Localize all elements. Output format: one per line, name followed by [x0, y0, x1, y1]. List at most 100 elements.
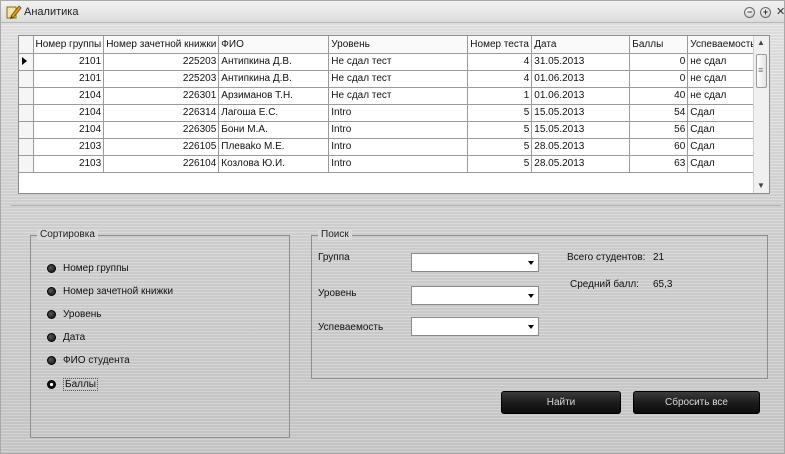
row-selector[interactable] [19, 104, 34, 122]
table-row[interactable]: 2103 226104 Козлова Ю.И. Intro 5 28.05.2013 63… [19, 155, 760, 173]
table-cell[interactable]: 01.06.2013 [531, 70, 631, 88]
table-cell[interactable]: 226305 [103, 121, 220, 139]
table-row[interactable]: 2104 226301 Арзиманов Т.Н. Не сдал тест 1 01.… [19, 87, 760, 105]
table-cell[interactable]: 15.05.2013 [531, 104, 631, 122]
sort-radio-date[interactable]: Дата [47, 332, 85, 343]
table-cell[interactable]: 2104 [33, 121, 105, 139]
table-cell[interactable]: 2103 [33, 138, 105, 156]
table-cell[interactable]: 4 [467, 53, 533, 71]
table-cell[interactable]: 15.05.2013 [531, 121, 631, 139]
row-selector[interactable] [19, 87, 34, 105]
table-cell[interactable]: 2104 [33, 104, 105, 122]
sort-radio-student-name[interactable]: ФИО студента [47, 355, 130, 366]
find-button[interactable]: Найти [501, 391, 621, 414]
row-selector[interactable] [19, 70, 34, 88]
table-cell[interactable]: 60 [629, 138, 689, 156]
table-cell[interactable]: Козлова Ю.И. [218, 155, 330, 173]
column-header[interactable]: Баллы [629, 36, 689, 54]
table-cell[interactable]: Антипкина Д.В. [218, 70, 330, 88]
table-cell[interactable]: Не сдал тест [328, 87, 469, 105]
table-cell[interactable]: 4 [467, 70, 533, 88]
chevron-down-icon[interactable] [528, 325, 534, 329]
table-cell[interactable]: 5 [467, 104, 533, 122]
row-selector[interactable] [19, 155, 34, 173]
grid-vertical-scrollbar[interactable]: ▲ ▼ [753, 36, 769, 193]
table-cell[interactable]: Intro [328, 121, 469, 139]
table-cell[interactable]: 40 [629, 87, 689, 105]
column-header[interactable]: Номер зачетной книжки [103, 36, 220, 54]
table-cell[interactable]: Intro [328, 138, 469, 156]
sort-radio-group-number[interactable]: Номер группы [47, 263, 129, 274]
table-cell[interactable]: 5 [467, 121, 533, 139]
table-cell[interactable]: 2101 [33, 53, 105, 71]
table-cell[interactable]: 1 [467, 87, 533, 105]
scroll-down-icon[interactable]: ▼ [757, 181, 765, 190]
row-selector[interactable] [19, 53, 34, 71]
progress-combobox[interactable] [411, 317, 539, 336]
table-cell[interactable]: не сдал [687, 53, 760, 71]
table-row[interactable]: 2103 226105 Плеваko М.Е. Intro 5 28.05.2013 60… [19, 138, 760, 156]
table-cell[interactable]: Intro [328, 155, 469, 173]
table-cell[interactable]: Сдал [687, 104, 760, 122]
table-cell[interactable]: 5 [467, 138, 533, 156]
table-cell[interactable]: 01.06.2013 [531, 87, 631, 105]
column-header[interactable]: Успеваемость [687, 36, 760, 54]
scroll-up-icon[interactable]: ▲ [757, 38, 765, 47]
table-cell[interactable]: не сдал [687, 87, 760, 105]
table-cell[interactable]: Intro [328, 104, 469, 122]
table-row[interactable]: 2101 225203 Антипкина Д.В. Не сдал тест 4 01.… [19, 70, 760, 88]
sort-radio-record-book[interactable]: Номер зачетной книжки [47, 286, 173, 297]
table-cell[interactable]: 56 [629, 121, 689, 139]
group-combobox[interactable] [411, 253, 539, 272]
table-cell[interactable]: 54 [629, 104, 689, 122]
table-cell[interactable]: Арзиманов Т.Н. [218, 87, 330, 105]
table-cell[interactable]: Бони М.А. [218, 121, 330, 139]
chevron-down-icon[interactable] [528, 261, 534, 265]
table-cell[interactable]: 28.05.2013 [531, 155, 631, 173]
table-row[interactable]: 2104 226305 Бони М.А. Intro 5 15.05.2013 56 Сда… [19, 121, 760, 139]
table-cell[interactable]: 5 [467, 155, 533, 173]
table-cell[interactable]: Сдал [687, 138, 760, 156]
close-button[interactable]: ✕ [776, 7, 785, 18]
level-combobox[interactable] [411, 286, 539, 305]
table-cell[interactable]: 2101 [33, 70, 105, 88]
table-cell[interactable]: 28.05.2013 [531, 138, 631, 156]
sort-radio-score[interactable]: Баллы [47, 378, 98, 391]
maximize-button[interactable]: + [760, 7, 771, 18]
table-cell[interactable]: 0 [629, 70, 689, 88]
table-row[interactable]: 2101 225203 Антипкина Д.В. Не сдал тест 4 31.… [19, 53, 760, 71]
column-header[interactable]: Уровень [328, 36, 469, 54]
results-grid[interactable]: Номер группы Номер зачетной книжки ФИО У… [18, 35, 770, 194]
minimize-button[interactable]: − [744, 7, 755, 18]
table-cell[interactable]: 226104 [103, 155, 220, 173]
table-row[interactable]: 2104 226314 Лагоша Е.С. Intro 5 15.05.2013 54 С… [19, 104, 760, 122]
table-cell[interactable]: Не сдал тест [328, 70, 469, 88]
chevron-down-icon[interactable] [528, 294, 534, 298]
reset-all-button[interactable]: Сбросить все [633, 391, 760, 414]
table-cell[interactable]: Сдал [687, 155, 760, 173]
sort-radio-level[interactable]: Уровень [47, 309, 102, 320]
row-selector[interactable] [19, 138, 34, 156]
column-header[interactable]: ФИО [218, 36, 330, 54]
table-cell[interactable]: 63 [629, 155, 689, 173]
column-header[interactable]: Дата [531, 36, 631, 54]
scroll-thumb[interactable] [756, 54, 767, 88]
table-cell[interactable]: Плеваko М.Е. [218, 138, 330, 156]
column-header[interactable]: Номер группы [33, 36, 105, 54]
table-cell[interactable]: 0 [629, 53, 689, 71]
table-cell[interactable]: Сдал [687, 121, 760, 139]
table-cell[interactable]: Антипкина Д.В. [218, 53, 330, 71]
table-cell[interactable]: не сдал [687, 70, 760, 88]
column-header[interactable]: Номер теста [467, 36, 533, 54]
table-cell[interactable]: 225203 [103, 53, 220, 71]
table-cell[interactable]: 226314 [103, 104, 220, 122]
table-cell[interactable]: 226105 [103, 138, 220, 156]
table-cell[interactable]: Лагоша Е.С. [218, 104, 330, 122]
table-cell[interactable]: 2103 [33, 155, 105, 173]
table-cell[interactable]: Не сдал тест [328, 53, 469, 71]
table-cell[interactable]: 226301 [103, 87, 220, 105]
row-selector[interactable] [19, 121, 34, 139]
table-cell[interactable]: 31.05.2013 [531, 53, 631, 71]
table-cell[interactable]: 225203 [103, 70, 220, 88]
table-cell[interactable]: 2104 [33, 87, 105, 105]
